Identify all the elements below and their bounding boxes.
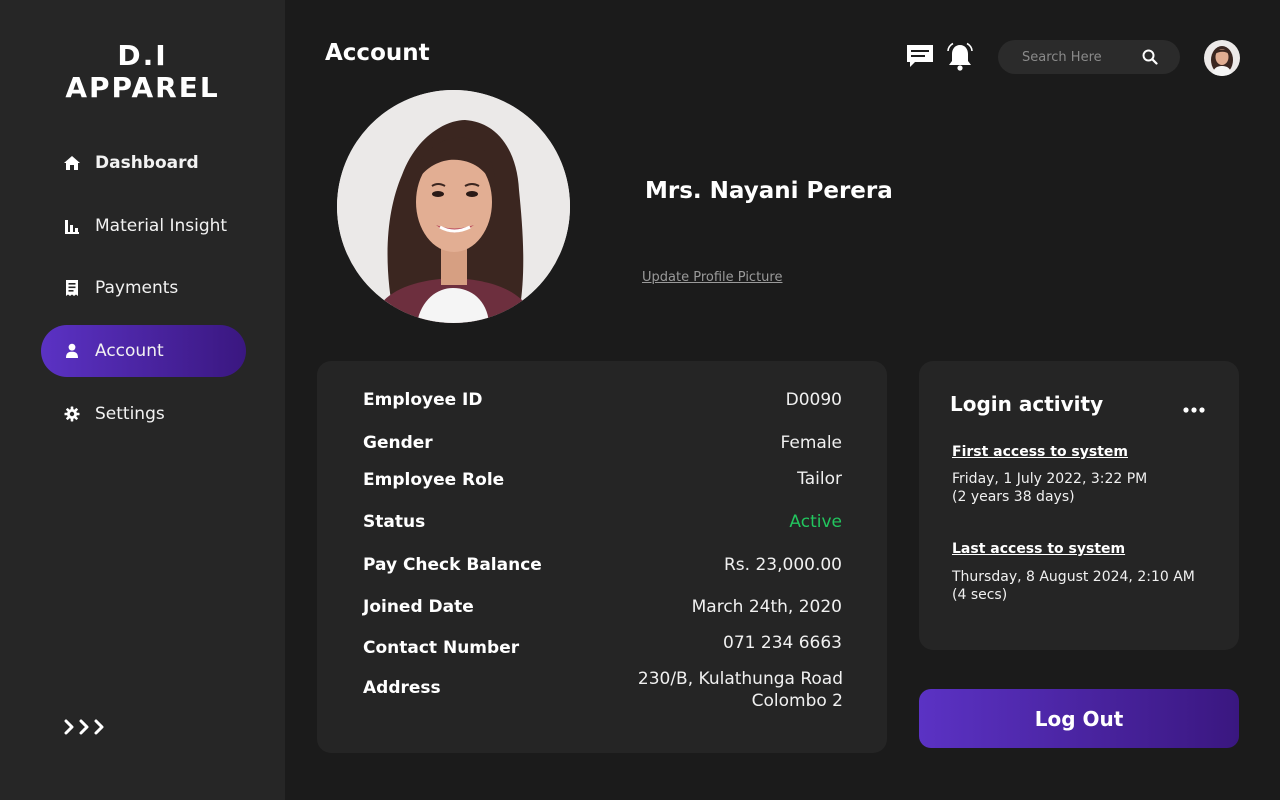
detail-label: Joined Date xyxy=(363,597,474,617)
employee-details-card: Employee ID D0090 Gender Female Employee… xyxy=(317,361,887,753)
login-activity-title: Login activity xyxy=(950,392,1104,416)
first-access-date: Friday, 1 July 2022, 3:22 PM xyxy=(952,471,1148,487)
brand-line1: D.I xyxy=(117,39,168,72)
bar-chart-icon xyxy=(63,217,81,235)
first-access-heading: First access to system xyxy=(952,444,1128,460)
address-line1: 230/B, Kulathunga Road xyxy=(637,669,843,689)
last-access-heading: Last access to system xyxy=(952,541,1126,557)
brand-line2: APPAREL xyxy=(65,71,220,104)
first-access-ago: (2 years 38 days) xyxy=(952,489,1075,505)
detail-label: Status xyxy=(363,512,426,532)
detail-value: Female xyxy=(780,433,842,453)
profile-name: Mrs. Nayani Perera xyxy=(645,178,893,204)
address-line2: Colombo 2 xyxy=(751,691,843,711)
sidebar-item-settings[interactable]: Settings xyxy=(41,388,246,440)
status-badge: Active xyxy=(789,512,842,532)
sidebar: D.I APPAREL Dashboard Material Insight P… xyxy=(0,0,285,800)
search-bar xyxy=(998,40,1180,74)
profile-picture xyxy=(337,90,570,323)
detail-label: Contact Number xyxy=(363,638,520,658)
gear-icon xyxy=(63,405,81,423)
more-options-icon[interactable] xyxy=(1183,399,1205,413)
logout-button[interactable]: Log Out xyxy=(919,689,1239,748)
page-title: Account xyxy=(325,40,430,66)
detail-label: Pay Check Balance xyxy=(363,555,542,575)
sidebar-item-account[interactable]: Account xyxy=(41,325,246,377)
search-icon[interactable] xyxy=(1142,49,1158,65)
sidebar-item-material-insight[interactable]: Material Insight xyxy=(41,200,246,252)
sidebar-item-label: Dashboard xyxy=(95,153,199,173)
last-access-ago: (4 secs) xyxy=(952,587,1008,603)
receipt-icon xyxy=(63,279,81,297)
message-icon[interactable] xyxy=(905,42,935,72)
update-profile-picture-link[interactable]: Update Profile Picture xyxy=(642,270,782,285)
triple-chevron-right-icon[interactable] xyxy=(64,716,110,738)
login-activity-card: Login activity First access to system Fr… xyxy=(919,361,1239,650)
search-input[interactable] xyxy=(1022,49,1152,65)
sidebar-item-payments[interactable]: Payments xyxy=(41,262,246,314)
detail-value: 230/B, Kulathunga Road Colombo 2 xyxy=(638,669,843,711)
detail-value: March 24th, 2020 xyxy=(691,597,842,617)
detail-label: Address xyxy=(363,678,441,698)
bell-icon[interactable] xyxy=(945,42,975,72)
sidebar-item-label: Account xyxy=(95,341,164,361)
last-access-date: Thursday, 8 August 2024, 2:10 AM xyxy=(952,569,1195,585)
sidebar-item-label: Payments xyxy=(95,278,179,298)
user-icon xyxy=(63,342,81,360)
detail-value: Tailor xyxy=(797,469,842,489)
detail-label: Employee ID xyxy=(363,390,483,410)
brand-logo: D.I APPAREL xyxy=(0,40,285,104)
sidebar-item-label: Settings xyxy=(95,404,165,424)
detail-label: Employee Role xyxy=(363,470,505,490)
detail-value: Rs. 23,000.00 xyxy=(724,555,842,575)
detail-label: Gender xyxy=(363,433,433,453)
home-icon xyxy=(63,154,81,172)
avatar[interactable] xyxy=(1204,40,1240,76)
detail-value: 071 234 6663 xyxy=(723,633,842,653)
sidebar-item-label: Material Insight xyxy=(95,216,228,236)
detail-value: D0090 xyxy=(785,390,842,410)
sidebar-item-dashboard[interactable]: Dashboard xyxy=(41,137,246,189)
